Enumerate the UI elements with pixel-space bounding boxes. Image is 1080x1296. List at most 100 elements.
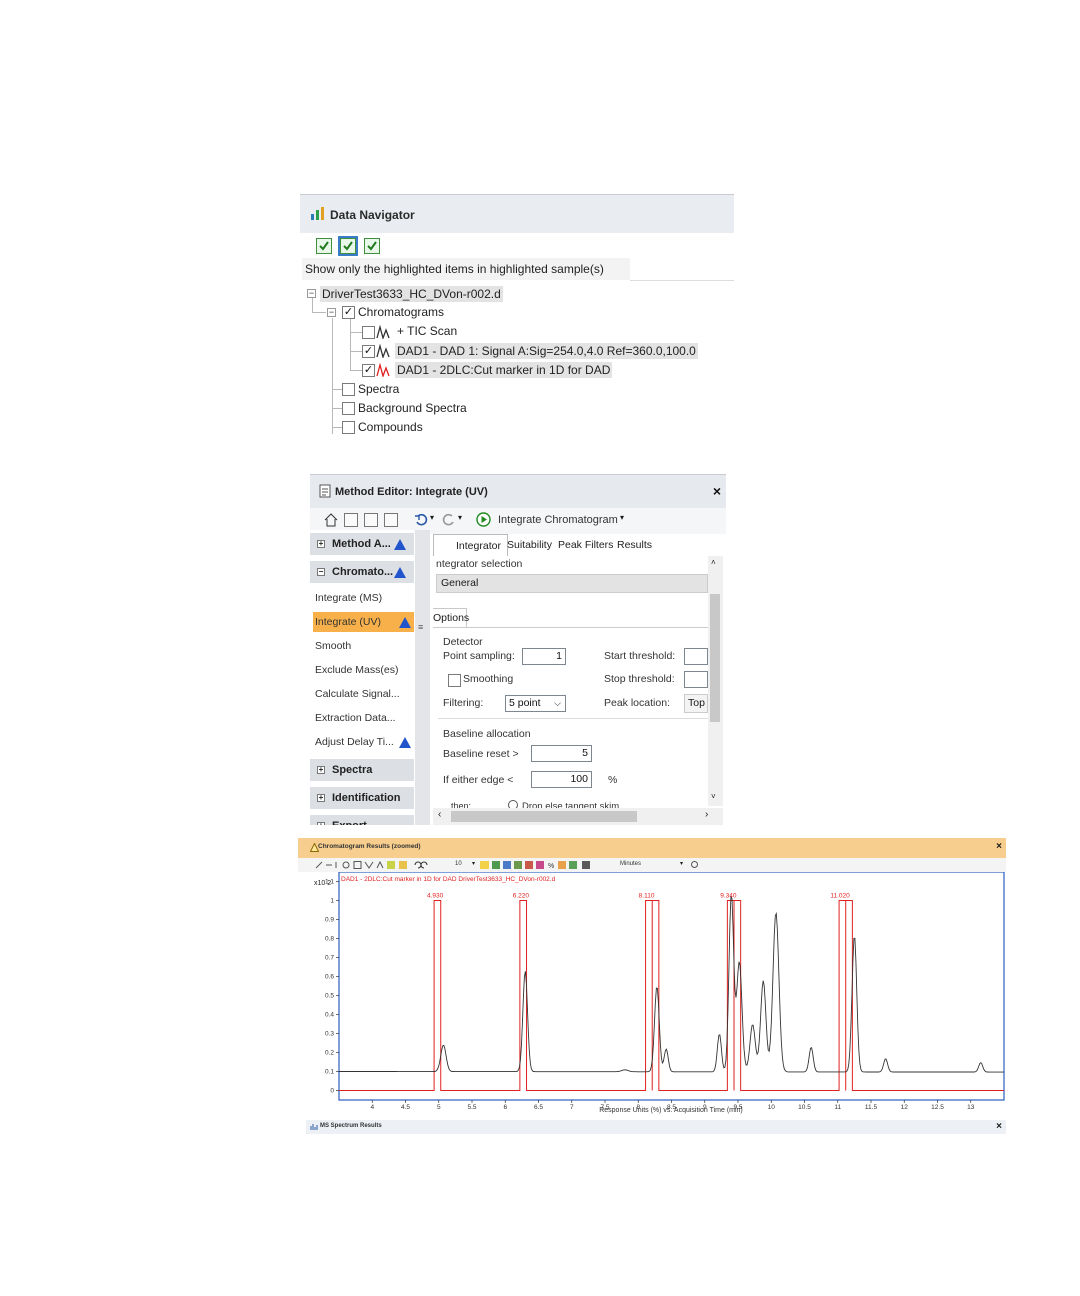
sidebar-scrollbar[interactable] bbox=[415, 530, 430, 825]
close-icon[interactable]: × bbox=[996, 841, 1002, 852]
chevron-left-icon[interactable]: ‹ bbox=[438, 809, 441, 820]
tic-checkbox[interactable] bbox=[362, 326, 375, 339]
run-icon[interactable] bbox=[476, 512, 491, 527]
units-dropdown-icon[interactable]: ▾ bbox=[680, 860, 683, 867]
tree-chromatograms[interactable]: Chromatograms bbox=[358, 305, 444, 319]
trace-label: DAD1 - 2DLC:Cut marker in 1D for DAD Dri… bbox=[341, 876, 556, 883]
point-sampling-label: Point sampling: bbox=[443, 650, 515, 662]
integrate-chromatogram-button[interactable]: Integrate Chromatogram bbox=[498, 514, 618, 526]
dad-cut-checkbox[interactable]: ✓ bbox=[362, 364, 375, 377]
scroll-thumb[interactable] bbox=[451, 811, 637, 822]
tree-dad-signal[interactable]: DAD1 - DAD 1: Signal A:Sig=254.0,4.0 Ref… bbox=[395, 343, 698, 359]
stop-threshold-input[interactable] bbox=[684, 671, 708, 688]
chromatogram-toolbar: % 10 ▾ Minutes ▾ bbox=[298, 858, 1006, 872]
chevron-down-icon[interactable]: ˅ bbox=[711, 792, 716, 801]
method-editor-panel: Method Editor: Integrate (UV) × ▾ ▾ Inte… bbox=[310, 474, 726, 825]
splitter-grip-icon[interactable]: ≡ bbox=[418, 622, 423, 632]
divider bbox=[630, 280, 734, 281]
either-edge-input[interactable]: 100 bbox=[531, 771, 592, 788]
collapse-icon[interactable]: − bbox=[307, 289, 316, 298]
y-tick-label: 0 bbox=[330, 1088, 334, 1095]
compounds-checkbox[interactable] bbox=[342, 421, 355, 434]
dad-signal-checkbox[interactable]: ✓ bbox=[362, 345, 375, 358]
sidebar-item-exclude-masses[interactable]: Exclude Mass(es) bbox=[315, 660, 413, 680]
sidebar-item-integrate-ms[interactable]: Integrate (MS) bbox=[315, 588, 413, 608]
panel-horizontal-scrollbar[interactable]: ‹ › bbox=[433, 808, 723, 825]
tree-spectra[interactable]: Spectra bbox=[358, 382, 399, 396]
chromatogram-chart[interactable]: 00.10.20.30.40.50.60.70.80.911.1 4 4.5 5 5.… bbox=[298, 872, 1006, 1120]
sidebar-item-adjust-delay[interactable]: Adjust Delay Ti... bbox=[315, 732, 413, 752]
integrator-panel: ntegrator selection General Options Dete… bbox=[433, 556, 708, 825]
start-threshold-input[interactable] bbox=[684, 648, 708, 665]
undo-dropdown-icon[interactable]: ▾ bbox=[430, 513, 434, 522]
open-method-icon[interactable] bbox=[344, 513, 358, 527]
chromatogram-trace-red-icon bbox=[376, 363, 390, 377]
sidebar-item-smooth[interactable]: Smooth bbox=[315, 636, 413, 656]
sidebar-item-extraction-data[interactable]: Extraction Data... bbox=[315, 708, 413, 728]
collapse-icon[interactable]: − bbox=[327, 308, 336, 317]
tree-dad-cut-marker[interactable]: DAD1 - 2DLC:Cut marker in 1D for DAD bbox=[395, 362, 613, 378]
save-as-icon[interactable] bbox=[384, 513, 398, 527]
tree-line bbox=[350, 318, 351, 370]
options-tab[interactable]: Options bbox=[433, 608, 469, 628]
x-tick-label: 12 bbox=[901, 1104, 909, 1111]
tab-results[interactable]: Results bbox=[617, 534, 652, 556]
chromatograms-checkbox[interactable]: ✓ bbox=[342, 306, 355, 319]
method-editor-title: Method Editor: Integrate (UV) bbox=[335, 486, 488, 498]
y-axis: 00.10.20.30.40.50.60.70.80.911.1 bbox=[325, 879, 339, 1095]
divider bbox=[433, 627, 708, 628]
show-highlighted-icon[interactable] bbox=[338, 236, 358, 256]
spectra-checkbox[interactable] bbox=[342, 383, 355, 396]
tree-root-sample[interactable]: DriverTest3633_HC_DVon-r002.d bbox=[320, 286, 503, 302]
sidebar-item-calculate-signal[interactable]: Calculate Signal... bbox=[315, 684, 413, 704]
editor-tabs: Integrator Suitability Peak Filters Resu… bbox=[433, 532, 723, 557]
divider bbox=[438, 718, 708, 719]
group-export[interactable]: +Export bbox=[310, 815, 414, 825]
background-spectra-checkbox[interactable] bbox=[342, 402, 355, 415]
group-method-automation[interactable]: + Method A... bbox=[310, 533, 414, 555]
tree-tic-scan[interactable]: + TIC Scan bbox=[397, 324, 457, 338]
units-select[interactable]: Minutes bbox=[620, 861, 641, 867]
zoom-dropdown-icon[interactable]: ▾ bbox=[472, 860, 475, 867]
chevron-up-icon[interactable]: ˄ bbox=[711, 558, 716, 567]
redo-icon[interactable] bbox=[442, 513, 456, 527]
chevron-right-icon[interactable]: › bbox=[705, 809, 708, 820]
group-identification[interactable]: + Identification bbox=[310, 787, 414, 809]
x-tick-label: 13 bbox=[967, 1104, 975, 1111]
peak-location-label: Peak location: bbox=[604, 697, 670, 709]
integrator-select[interactable]: General bbox=[436, 574, 708, 593]
panel-vertical-scrollbar[interactable]: ˄ ˅ bbox=[708, 556, 723, 806]
smoothing-label: Smoothing bbox=[463, 673, 514, 685]
tree-line bbox=[312, 312, 326, 313]
tab-integrator[interactable]: Integrator bbox=[433, 534, 508, 557]
redo-dropdown-icon[interactable]: ▾ bbox=[458, 513, 462, 522]
tree-compounds[interactable]: Compounds bbox=[358, 420, 423, 434]
save-method-icon[interactable] bbox=[364, 513, 378, 527]
peak-location-select[interactable]: Top bbox=[684, 694, 708, 713]
chevron-down-icon: ⌵ bbox=[554, 698, 561, 708]
close-icon[interactable]: × bbox=[996, 1121, 1002, 1132]
tab-peak-filters[interactable]: Peak Filters bbox=[558, 534, 613, 556]
check-selected-icon[interactable] bbox=[364, 238, 380, 254]
settings-icon[interactable] bbox=[690, 860, 699, 869]
tree-line bbox=[350, 332, 362, 333]
group-chromatogram[interactable]: − Chromato... bbox=[310, 561, 414, 583]
chromatogram-trace-icon bbox=[376, 325, 390, 339]
close-icon[interactable]: × bbox=[713, 483, 721, 499]
filtering-select[interactable]: 5 point ⌵ bbox=[505, 695, 566, 712]
tree-background-spectra[interactable]: Background Spectra bbox=[358, 401, 467, 415]
toolbar-icons[interactable]: % bbox=[314, 860, 644, 870]
group-spectra[interactable]: + Spectra bbox=[310, 759, 414, 781]
sidebar-item-integrate-uv[interactable]: Integrate (UV) bbox=[313, 612, 414, 632]
run-dropdown-icon[interactable]: ▾ bbox=[620, 513, 624, 522]
check-all-icon[interactable] bbox=[316, 238, 332, 254]
smoothing-checkbox[interactable] bbox=[448, 674, 461, 687]
baseline-reset-input[interactable]: 5 bbox=[531, 745, 592, 762]
tab-suitability[interactable]: Suitability bbox=[507, 534, 552, 556]
undo-icon[interactable] bbox=[414, 513, 428, 527]
scroll-thumb[interactable] bbox=[710, 594, 720, 722]
point-sampling-input[interactable]: 1 bbox=[522, 648, 566, 665]
zoom-value[interactable]: 10 bbox=[455, 861, 462, 867]
home-icon[interactable] bbox=[324, 513, 338, 527]
y-tick-label: 0.2 bbox=[325, 1050, 334, 1057]
